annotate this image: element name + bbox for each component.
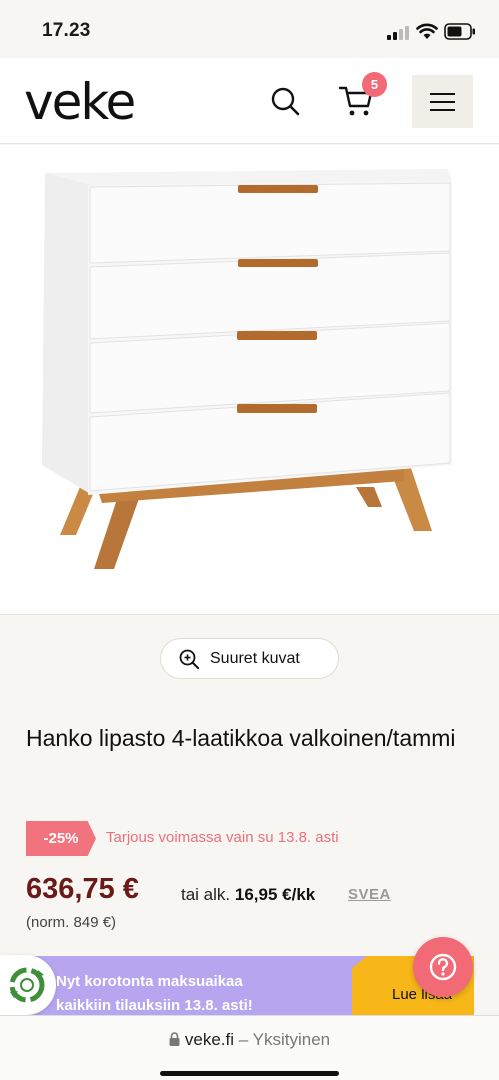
offer-validity-text: Tarjous voimassa vain su 13.8. asti bbox=[106, 829, 339, 846]
large-images-button[interactable]: Suuret kuvat bbox=[160, 638, 339, 679]
product-title: Hanko lipasto 4-laatikkoa valkoinen/tamm… bbox=[26, 725, 456, 751]
browsing-mode: Yksityinen bbox=[252, 1030, 331, 1049]
promo-banner[interactable]: Nyt korotonta maksuaikaa kaikkiin tilauk… bbox=[26, 956, 474, 1018]
installment-info: tai alk. 16,95 €/kk bbox=[181, 885, 315, 905]
installment-prefix: tai alk. bbox=[181, 885, 231, 904]
recycle-widget[interactable] bbox=[0, 955, 56, 1015]
normal-price: (norm. 849 €) bbox=[26, 914, 117, 931]
large-images-label: Suuret kuvat bbox=[210, 650, 300, 667]
url-separator: – bbox=[238, 1030, 249, 1049]
dresser-illustration bbox=[42, 169, 452, 569]
menu-icon-bar bbox=[430, 101, 455, 103]
promo-text: Nyt korotonta maksuaikaa kaikkiin tilauk… bbox=[56, 970, 253, 1018]
product-price: 636,75 € bbox=[26, 873, 139, 905]
product-image[interactable] bbox=[0, 145, 499, 615]
recycle-icon bbox=[9, 967, 45, 1003]
installment-amount: 16,95 €/kk bbox=[234, 885, 316, 904]
url-text: veke.fi – Yksityinen bbox=[0, 1030, 499, 1050]
menu-icon-bar bbox=[430, 109, 455, 111]
zoom-in-icon bbox=[179, 649, 199, 669]
lock-icon bbox=[169, 1032, 180, 1046]
browser-url-bar[interactable]: veke.fi – Yksityinen bbox=[0, 1015, 499, 1080]
promo-line-1: Nyt korotonta maksuaikaa bbox=[56, 973, 243, 990]
veke-logo[interactable]: veke bbox=[24, 74, 136, 130]
discount-badge: -25% bbox=[26, 821, 96, 856]
wifi-icon bbox=[416, 23, 438, 39]
status-time: 17.23 bbox=[42, 20, 91, 41]
home-indicator[interactable] bbox=[160, 1071, 339, 1076]
signal-icon bbox=[387, 26, 409, 40]
cart-count-badge: 5 bbox=[362, 72, 387, 97]
menu-icon-bar bbox=[430, 93, 455, 95]
site-header: veke 5 bbox=[0, 58, 499, 144]
url-domain: veke.fi bbox=[184, 1030, 235, 1049]
help-button[interactable] bbox=[413, 937, 473, 997]
search-icon[interactable] bbox=[268, 84, 302, 118]
question-icon bbox=[429, 953, 457, 981]
svea-logo[interactable]: SVEA bbox=[348, 886, 391, 903]
status-bar: 17.23 bbox=[0, 0, 499, 58]
battery-icon bbox=[444, 23, 475, 40]
menu-button[interactable] bbox=[412, 75, 473, 128]
